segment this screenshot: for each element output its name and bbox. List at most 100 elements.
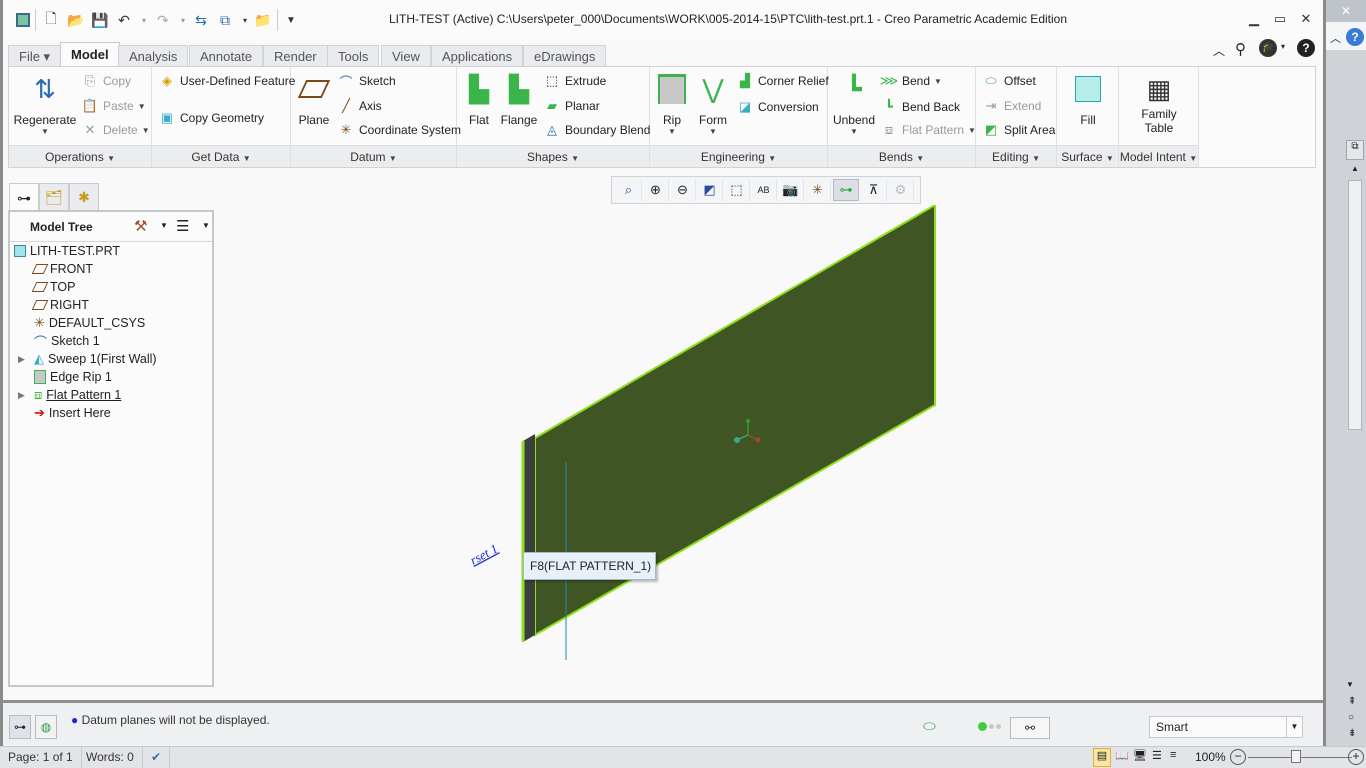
copy-geometry-button[interactable]: ▣ Copy Geometry bbox=[158, 107, 264, 129]
minimize-ribbon-icon[interactable]: ︿ bbox=[1330, 30, 1341, 46]
draft-icon[interactable]: ≡ bbox=[1170, 749, 1176, 761]
close-icon[interactable]: ✕ bbox=[1293, 8, 1319, 30]
form-button[interactable]: ⋁ Form ▼ bbox=[694, 71, 732, 137]
conversion-button[interactable]: ◪ Conversion bbox=[736, 96, 819, 118]
settings-dropdown-icon[interactable]: ▼ bbox=[160, 221, 168, 230]
tab-render[interactable]: Render bbox=[263, 45, 328, 66]
extrude-button[interactable]: ⬚ Extrude bbox=[543, 70, 607, 92]
zoom-out-icon[interactable]: ⊖ bbox=[670, 179, 696, 201]
zoom-slider-thumb[interactable] bbox=[1291, 750, 1301, 763]
favorites-tab[interactable]: ✱ bbox=[69, 183, 99, 211]
tree-item-sketch-1[interactable]: ⌒ Sketch 1 bbox=[34, 332, 100, 350]
learning-dropdown-icon[interactable]: ▾ bbox=[1281, 42, 1285, 51]
tree-item-flat-pattern-1[interactable]: ⧈ Flat Pattern 1 bbox=[34, 386, 121, 404]
tree-item-edge-rip-1[interactable]: Edge Rip 1 bbox=[34, 368, 112, 386]
expand-arrow-icon[interactable]: ▶ bbox=[18, 354, 25, 365]
spin-center-icon[interactable]: ⊶ bbox=[833, 179, 859, 201]
zoom-in-icon[interactable]: ⊕ bbox=[643, 179, 669, 201]
model-tree-tab[interactable]: ⊶ bbox=[9, 183, 39, 213]
delete-button[interactable]: ✕ Delete ▼ bbox=[81, 119, 150, 141]
flange-button[interactable]: ▙ Flange bbox=[499, 71, 539, 128]
restore-icon[interactable]: ▭ bbox=[1267, 8, 1293, 30]
render-icon[interactable]: ⚙ bbox=[888, 179, 914, 201]
tab-file[interactable]: File ▾ bbox=[8, 45, 62, 66]
user-defined-feature-button[interactable]: ◈ User-Defined Feature bbox=[158, 70, 295, 92]
refit-icon[interactable]: ⌕ bbox=[616, 179, 642, 201]
editing-group-label[interactable]: Editing ▼ bbox=[976, 145, 1056, 167]
family-table-button[interactable]: ▦ Family Table bbox=[1127, 71, 1191, 136]
datum-display-icon[interactable]: ✳ bbox=[805, 179, 831, 201]
tab-annotate[interactable]: Annotate bbox=[189, 45, 264, 66]
boundary-blend-button[interactable]: ◬ Boundary Blend bbox=[543, 119, 650, 141]
tree-item-default-csys[interactable]: ✳ DEFAULT_CSYS bbox=[34, 314, 145, 332]
folder-browser-tab[interactable]: 🗂 bbox=[39, 183, 69, 211]
search-icon[interactable]: ⚲ bbox=[1235, 40, 1246, 58]
sketch-button[interactable]: ⌒ Sketch bbox=[337, 70, 395, 92]
bend-button[interactable]: ⋙ Bend ▼ bbox=[880, 70, 942, 92]
copy-button[interactable]: ⎘ Copy bbox=[81, 70, 131, 92]
tree-item-right[interactable]: RIGHT bbox=[31, 296, 89, 314]
view-manager-icon[interactable]: 📷 bbox=[778, 179, 804, 201]
surface-group-label[interactable]: Surface ▼ bbox=[1057, 145, 1118, 167]
geometry-icon[interactable]: ⬭ bbox=[923, 718, 936, 735]
expand-arrow-icon[interactable]: ▶ bbox=[18, 390, 25, 401]
scroll-down-icon[interactable]: ▼ bbox=[1346, 680, 1354, 689]
rip-button[interactable]: Rip ▼ bbox=[654, 71, 690, 136]
tab-applications[interactable]: Applications bbox=[431, 45, 524, 66]
split-area-button[interactable]: ◩ Split Area bbox=[982, 119, 1056, 141]
minimize-ribbon-icon[interactable]: ︿ bbox=[1213, 42, 1225, 59]
show-menu-icon[interactable]: ☰ bbox=[176, 217, 189, 235]
selection-filter-dropdown[interactable]: Smart ▼ bbox=[1149, 716, 1303, 738]
close-icon[interactable]: ✕ bbox=[1326, 0, 1366, 22]
regenerate-button[interactable]: ⇅ Regenerate ▼ bbox=[13, 71, 77, 137]
tab-model[interactable]: Model bbox=[60, 42, 120, 67]
plane-button[interactable]: Plane bbox=[295, 71, 333, 127]
tree-item-sweep-1[interactable]: ◭ Sweep 1(First Wall) bbox=[34, 350, 157, 368]
repaint-icon[interactable]: ◩ bbox=[697, 179, 723, 201]
scroll-up-icon[interactable]: ▲ bbox=[1346, 164, 1364, 178]
tab-tools[interactable]: Tools bbox=[327, 45, 380, 66]
bend-back-button[interactable]: ┗ Bend Back bbox=[880, 96, 960, 118]
tree-item-insert-here[interactable]: ➔ Insert Here bbox=[34, 404, 111, 422]
print-layout-icon[interactable]: ▤ bbox=[1093, 748, 1111, 767]
model-intent-group-label[interactable]: Model Intent ▼ bbox=[1119, 145, 1198, 167]
split-view-icon[interactable]: ⧉ bbox=[1346, 140, 1364, 160]
tab-view[interactable]: View bbox=[381, 45, 431, 66]
unbend-button[interactable]: ┗ Unbend ▼ bbox=[830, 71, 878, 137]
page-count[interactable]: Page: 1 of 1 bbox=[0, 747, 82, 768]
tab-edrawings[interactable]: eDrawings bbox=[523, 45, 607, 66]
read-mode-icon[interactable]: 📖 bbox=[1115, 749, 1129, 762]
help-icon[interactable]: ? bbox=[1346, 28, 1364, 46]
flat-button[interactable]: ▙ Flat bbox=[461, 71, 497, 128]
fill-button[interactable]: Fill bbox=[1063, 71, 1113, 127]
zoom-in-icon[interactable]: + bbox=[1348, 749, 1364, 765]
settings-tools-icon[interactable]: ⚒ bbox=[134, 217, 147, 235]
help-icon[interactable]: ? bbox=[1297, 39, 1315, 57]
browse-object-icon[interactable]: ○ bbox=[1348, 712, 1354, 723]
offset-button[interactable]: ⬭ Offset bbox=[982, 70, 1035, 92]
word-count[interactable]: Words: 0 bbox=[78, 747, 143, 768]
web-layout-icon[interactable]: 🖥 bbox=[1133, 749, 1147, 762]
graphics-area[interactable]: rset 1 bbox=[215, 205, 1320, 695]
coordinate-system-button[interactable]: ✳ Coordinate System bbox=[337, 119, 462, 141]
flat-pattern-button[interactable]: ⧈ Flat Pattern ▼ bbox=[880, 119, 976, 141]
learning-connector-icon[interactable]: 🎓 bbox=[1259, 39, 1277, 57]
show-dropdown-icon[interactable]: ▼ bbox=[202, 221, 210, 230]
shapes-group-label[interactable]: Shapes ▼ bbox=[457, 145, 649, 167]
axis-button[interactable]: ╱ Axis bbox=[337, 95, 382, 117]
outline-icon[interactable]: ☰ bbox=[1152, 749, 1162, 762]
get-data-group-label[interactable]: Get Data ▼ bbox=[152, 145, 290, 167]
tree-item-top[interactable]: TOP bbox=[31, 278, 75, 296]
previous-page-icon[interactable]: ⇞ bbox=[1348, 696, 1356, 707]
corner-relief-button[interactable]: ▟ Corner Relief bbox=[736, 70, 829, 92]
saved-orientations-icon[interactable]: AB bbox=[751, 179, 777, 201]
vertical-scrollbar-thumb[interactable] bbox=[1348, 180, 1362, 430]
tree-item-part[interactable]: LITH-TEST.PRT bbox=[14, 242, 120, 260]
datum-group-label[interactable]: Datum ▼ bbox=[291, 145, 456, 167]
bends-group-label[interactable]: Bends ▼ bbox=[828, 145, 975, 167]
show-navigator-button[interactable]: ⊶ bbox=[9, 715, 31, 739]
minimize-icon[interactable]: ▁ bbox=[1241, 8, 1267, 30]
operations-group-label[interactable]: Operations ▼ bbox=[9, 145, 151, 167]
show-browser-button[interactable]: ◍ bbox=[35, 715, 57, 739]
proofing-icon[interactable]: ✔ bbox=[143, 747, 171, 768]
